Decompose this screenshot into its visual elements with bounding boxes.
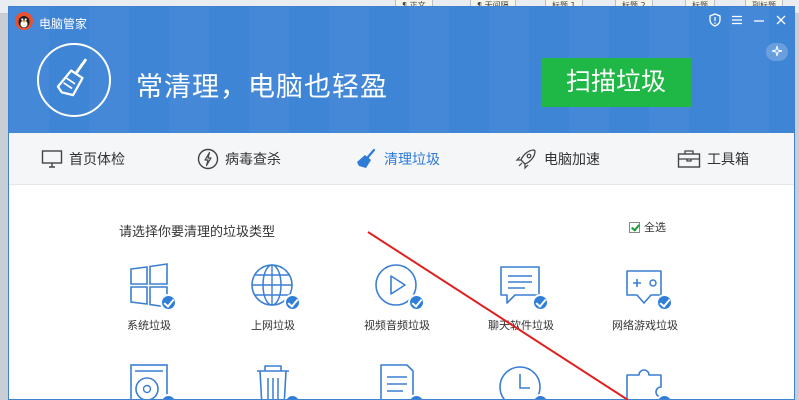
- select-junk-prompt: 请选择你要清理的垃圾类型: [119, 225, 276, 240]
- category-disc-junk[interactable]: [99, 361, 199, 399]
- main-nav: 首页体检 病毒查杀 清理垃圾 电脑加速 工具箱: [9, 133, 794, 185]
- monitor-icon: [41, 150, 63, 168]
- scan-junk-button[interactable]: 扫描垃圾: [541, 58, 691, 107]
- nav-virus-scan[interactable]: 病毒查杀: [197, 133, 281, 185]
- category-history-junk[interactable]: [471, 361, 571, 399]
- pc-manager-window: 电脑管家 常清理，电脑也轻盈 扫描垃圾 首页体检 病毒查杀 清理垃圾 电脑加速 …: [8, 6, 795, 400]
- window-controls: [708, 13, 788, 27]
- nav-label: 清理垃圾: [384, 152, 440, 168]
- magic-wand-icon: [771, 45, 783, 57]
- category-label: 网络游戏垃圾: [612, 319, 678, 332]
- category-online-game-junk[interactable]: 网络游戏垃圾: [595, 261, 695, 333]
- nav-label: 首页体检: [69, 152, 125, 168]
- category-plugin-junk[interactable]: [595, 361, 695, 399]
- junk-type-panel: 请选择你要清理的垃圾类型 全选 系统垃圾 上网垃圾 视频音频垃圾 聊天软件垃圾 …: [9, 185, 794, 399]
- category-label: 系统垃圾: [127, 319, 171, 332]
- close-icon[interactable]: [774, 13, 788, 27]
- category-recycle-bin-junk[interactable]: [223, 361, 323, 399]
- background-margin: [0, 14, 8, 400]
- category-label: 上网垃圾: [251, 319, 295, 332]
- nav-toolbox[interactable]: 工具箱: [677, 133, 749, 185]
- nav-speedup[interactable]: 电脑加速: [514, 133, 600, 185]
- select-all-checkbox[interactable]: 全选: [629, 219, 666, 235]
- category-document-junk[interactable]: [347, 361, 447, 399]
- nav-clean-junk[interactable]: 清理垃圾: [354, 133, 440, 185]
- nav-label: 工具箱: [707, 152, 749, 168]
- select-all-label: 全选: [644, 221, 666, 234]
- nav-label: 电脑加速: [544, 152, 600, 168]
- window-title: 电脑管家: [39, 17, 88, 31]
- checked-icon: [656, 294, 673, 311]
- magic-wand-button[interactable]: [766, 43, 788, 61]
- toolbox-icon: [677, 150, 701, 168]
- checked-icon: [408, 294, 425, 311]
- category-video-audio-junk[interactable]: 视频音频垃圾: [347, 261, 447, 333]
- category-chat-software-junk[interactable]: 聊天软件垃圾: [471, 261, 571, 333]
- category-internet-junk[interactable]: 上网垃圾: [223, 261, 323, 333]
- background-margin: [795, 14, 799, 400]
- shield-icon[interactable]: [708, 13, 722, 27]
- category-label: 聊天软件垃圾: [488, 319, 554, 332]
- rocket-icon: [515, 149, 536, 170]
- minimize-icon[interactable]: [752, 13, 766, 27]
- broom-icon: [357, 148, 376, 168]
- category-system-junk[interactable]: 系统垃圾: [99, 261, 199, 333]
- lightning-icon: [197, 148, 219, 170]
- checked-icon: [284, 294, 301, 311]
- nav-home-checkup[interactable]: 首页体检: [41, 133, 125, 185]
- slogan-text: 常清理，电脑也轻盈: [136, 72, 388, 103]
- checkbox-icon: [629, 221, 640, 233]
- menu-icon[interactable]: [730, 13, 744, 27]
- category-label: 视频音频垃圾: [364, 319, 430, 332]
- header-banner: 电脑管家 常清理，电脑也轻盈 扫描垃圾: [9, 7, 794, 133]
- checked-icon: [160, 294, 177, 311]
- qq-penguin-icon: [15, 12, 33, 30]
- broom-logo: [37, 43, 111, 117]
- nav-label: 病毒查杀: [225, 152, 281, 168]
- checked-icon: [532, 294, 549, 311]
- broom-icon: [56, 58, 87, 97]
